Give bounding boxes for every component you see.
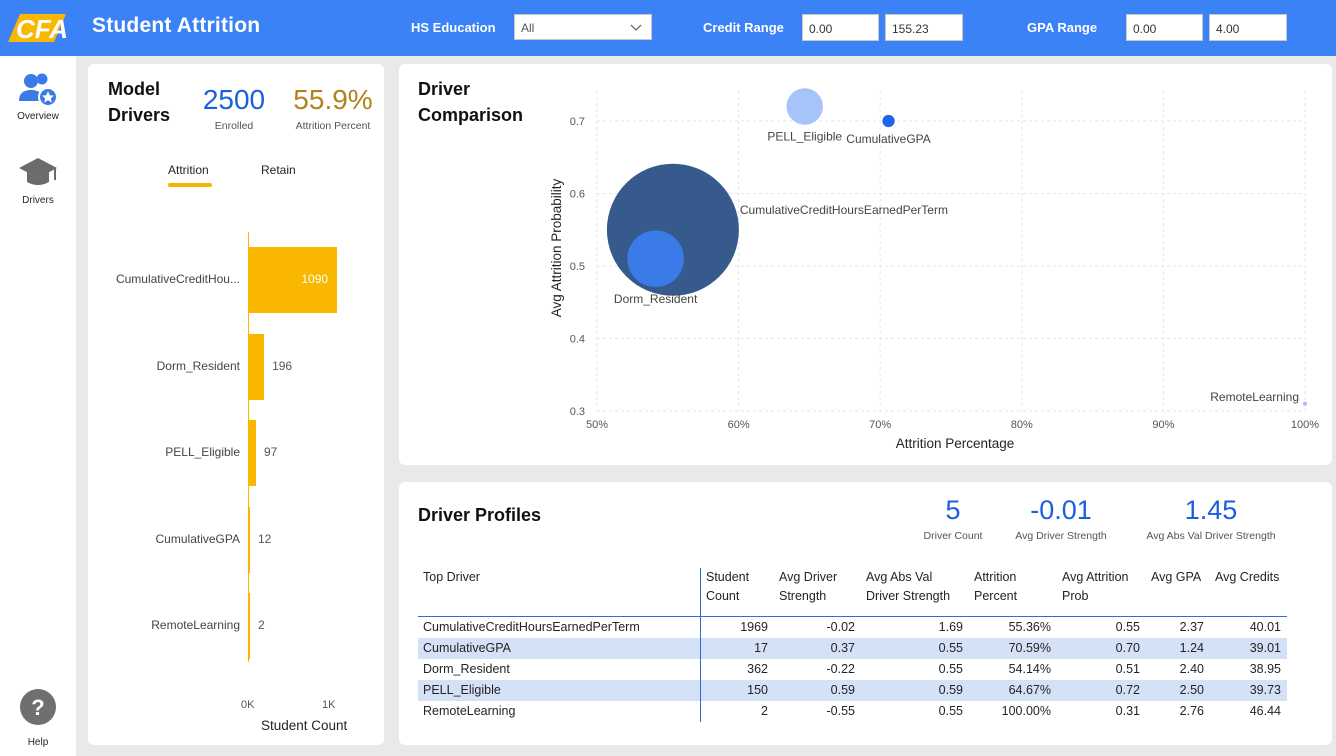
column-header[interactable]: Avg Abs Val Driver Strength xyxy=(861,568,969,617)
table-cell: 39.01 xyxy=(1210,638,1287,659)
table-cell: -0.02 xyxy=(826,620,856,634)
bubble-label: PELL_Eligible xyxy=(767,130,842,144)
table-cell: 70.59% xyxy=(969,638,1057,659)
y-tick-label: 0.7 xyxy=(570,116,585,128)
table-cell: 64.67% xyxy=(969,680,1057,701)
x-tick-label: 60% xyxy=(728,419,750,431)
column-header[interactable]: Student Count xyxy=(700,568,774,617)
table-cell: 0.55 xyxy=(938,704,963,718)
table-cell: 100.00% xyxy=(1001,704,1051,718)
x-tick-label: 80% xyxy=(1011,419,1033,431)
bubble-label: CumulativeGPA xyxy=(846,132,930,146)
kpi-label: Avg Driver Strength xyxy=(1015,530,1107,542)
table-cell: 2 xyxy=(761,704,768,718)
bubble[interactable] xyxy=(1302,401,1308,406)
table-cell: 38.95 xyxy=(1249,662,1281,676)
bubble-label: RemoteLearning xyxy=(1210,390,1299,404)
table-cell: 40.01 xyxy=(1249,620,1281,634)
table-row[interactable]: CumulativeGPA 17 0.37 0.55 70.59% 0.70 1… xyxy=(418,638,1287,659)
table-cell: 2.37 xyxy=(1179,620,1204,634)
table-cell: 2.50 xyxy=(1146,680,1210,701)
avg-driver-strength-kpi: -0.01 Avg Driver Strength xyxy=(1006,494,1116,542)
avg-abs-driver-strength-kpi: 1.45 Avg Abs Val Driver Strength xyxy=(1140,494,1282,542)
table-cell: RemoteLearning xyxy=(418,701,701,722)
column-header[interactable]: Avg Attrition Prob xyxy=(1057,568,1146,617)
table-cell: 54.14% xyxy=(1008,662,1051,676)
table-row[interactable]: Dorm_Resident 362 -0.22 0.55 54.14% 0.51… xyxy=(418,659,1287,680)
table-cell: Dorm_Resident xyxy=(418,659,701,680)
table-cell: 0.70 xyxy=(1057,638,1146,659)
table-cell: 0.51 xyxy=(1115,662,1140,676)
y-tick-label: 0.5 xyxy=(570,261,585,273)
table-cell: 1.24 xyxy=(1146,638,1210,659)
kpi-label: Driver Count xyxy=(923,530,983,542)
x-axis-title: Attrition Percentage xyxy=(896,436,1015,451)
table-row[interactable]: PELL_Eligible 150 0.59 0.59 64.67% 0.72 … xyxy=(418,680,1287,701)
column-header[interactable]: Attrition Percent xyxy=(969,568,1057,617)
table-cell: 39.73 xyxy=(1210,680,1287,701)
table-cell: 2.76 xyxy=(1179,704,1204,718)
table-cell: 0.37 xyxy=(774,638,861,659)
column-header[interactable]: Top Driver xyxy=(418,568,701,617)
table-cell: CumulativeCreditHoursEarnedPerTerm xyxy=(418,616,701,638)
table-cell: 2.40 xyxy=(1179,662,1204,676)
x-tick-label: 90% xyxy=(1152,419,1174,431)
table-cell: 150 xyxy=(700,680,774,701)
bubble-label: CumulativeCreditHoursEarnedPerTerm xyxy=(740,203,948,217)
table-cell: 0.59 xyxy=(774,680,861,701)
driver-profiles-table: Top Driver Student Count Avg Driver Streng… xyxy=(418,568,1287,722)
table-cell: 46.44 xyxy=(1249,704,1281,718)
table-cell: 362 xyxy=(747,662,768,676)
column-header[interactable]: Avg Driver Strength xyxy=(774,568,861,617)
kpi-label: Avg Abs Val Driver Strength xyxy=(1146,530,1276,542)
column-header[interactable]: Avg Credits xyxy=(1210,568,1287,617)
driver-count-kpi: 5 Driver Count xyxy=(912,494,994,542)
table-cell: -0.22 xyxy=(826,662,856,676)
bubble[interactable] xyxy=(786,88,823,125)
table-cell: 0.72 xyxy=(1057,680,1146,701)
table-cell: 1969 xyxy=(740,620,768,634)
table-cell: PELL_Eligible xyxy=(418,680,701,701)
table-row[interactable]: RemoteLearning 2 -0.55 0.55 100.00% 0.31… xyxy=(418,701,1287,722)
bubble-label: Dorm_Resident xyxy=(614,292,698,306)
column-header[interactable]: Avg GPA xyxy=(1146,568,1210,617)
table-cell: 0.55 xyxy=(1115,620,1140,634)
y-tick-label: 0.4 xyxy=(570,334,585,346)
bubble[interactable] xyxy=(627,230,684,288)
y-tick-label: 0.3 xyxy=(570,406,585,418)
table-cell: 1.69 xyxy=(938,620,963,634)
table-cell: 55.36% xyxy=(1008,620,1051,634)
x-tick-label: 50% xyxy=(586,419,608,431)
driver-profiles-title: Driver Profiles xyxy=(418,505,542,525)
x-tick-label: 100% xyxy=(1291,419,1319,431)
table-cell: 0.55 xyxy=(861,638,969,659)
bubble[interactable] xyxy=(882,114,895,128)
table-row[interactable]: CumulativeCreditHoursEarnedPerTerm 1969 … xyxy=(418,616,1287,638)
kpi-value: 1.45 xyxy=(1184,495,1238,525)
table-cell: -0.55 xyxy=(826,704,856,718)
kpi-value: -0.01 xyxy=(1030,495,1092,525)
table-cell: 0.31 xyxy=(1115,704,1140,718)
table-cell: CumulativeGPA xyxy=(418,638,701,659)
x-tick-label: 70% xyxy=(869,419,891,431)
y-tick-label: 0.6 xyxy=(570,189,585,201)
y-axis-title: Avg Attrition Probability xyxy=(549,178,564,317)
table-cell: 0.59 xyxy=(861,680,969,701)
table-header-row: Top Driver Student Count Avg Driver Streng… xyxy=(418,568,1287,617)
table-cell: 0.55 xyxy=(938,662,963,676)
kpi-value: 5 xyxy=(945,495,961,525)
table-cell: 17 xyxy=(700,638,774,659)
